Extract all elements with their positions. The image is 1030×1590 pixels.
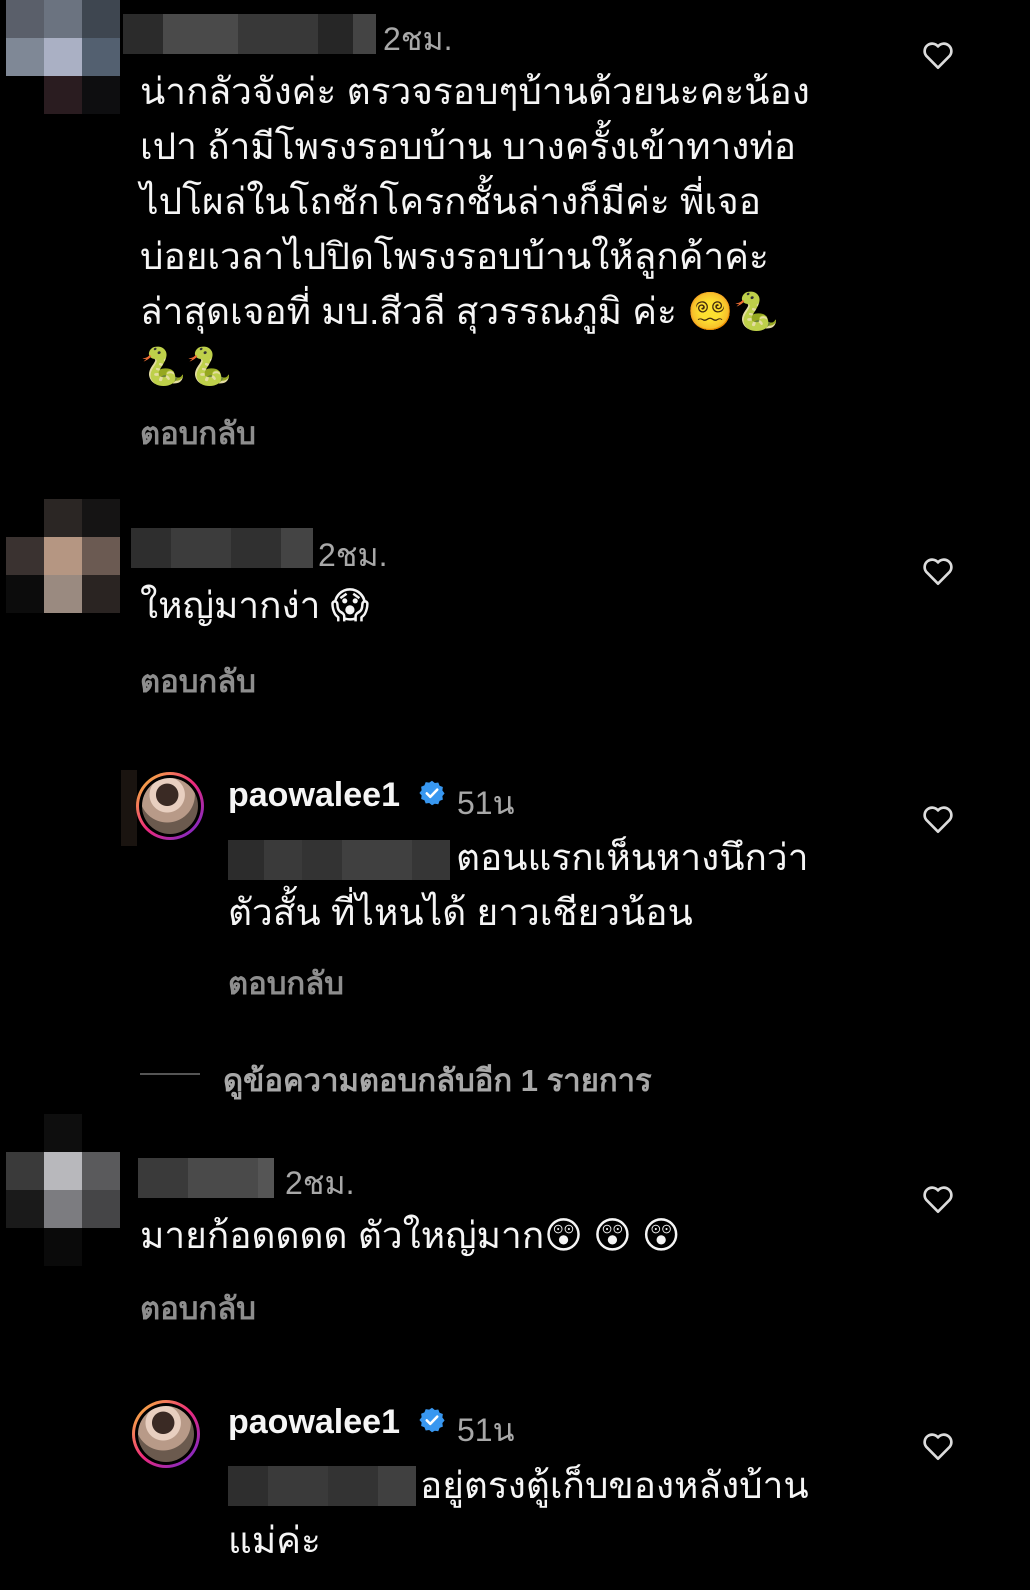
reply-button[interactable]: ตอบกลับ — [228, 958, 344, 1008]
username-redacted[interactable] — [138, 1158, 274, 1198]
view-more-replies-button[interactable]: ดูข้อความตอบกลับอีก 1 รายการ — [223, 1055, 652, 1105]
comment-text: ใหญ่มากง่า 😱 — [140, 585, 370, 626]
avatar-pixelated[interactable] — [6, 499, 120, 613]
thread-line — [121, 770, 137, 846]
username-redacted[interactable] — [131, 528, 313, 568]
reply-button[interactable]: ตอบกลับ — [140, 656, 256, 706]
avatar[interactable] — [132, 1400, 200, 1468]
avatar[interactable] — [136, 772, 204, 840]
comment-time: 2ชม. — [285, 1165, 355, 1201]
comment-text: น่ากลัวจังค่ะ ตรวจรอบๆบ้านด้วยนะคะน้อง เ… — [140, 71, 810, 387]
heart-outline-icon[interactable] — [922, 1184, 954, 1214]
view-more-divider — [140, 1073, 200, 1075]
comment-time: 2ชม. — [318, 537, 388, 573]
comment-text: อยู่ตรงตู้เก็บของหลังบ้าน แม่ค่ะ — [228, 1465, 809, 1561]
username[interactable]: paowalee1 — [228, 776, 400, 815]
reply-button[interactable]: ตอบกลับ — [140, 408, 256, 458]
verified-badge-icon — [419, 780, 445, 806]
heart-outline-icon[interactable] — [922, 40, 954, 70]
comment-time: 51น — [457, 785, 515, 821]
reply-button[interactable]: ตอบกลับ — [140, 1283, 256, 1333]
heart-outline-icon[interactable] — [922, 804, 954, 834]
comment-text: ตอนแรกเห็นหางนึกว่า ตัวสั้น ที่ไหนได้ ยา… — [228, 837, 809, 933]
username[interactable]: paowalee1 — [228, 1403, 400, 1442]
avatar-pixelated[interactable] — [6, 1114, 120, 1266]
avatar-pixelated[interactable] — [6, 0, 120, 114]
heart-outline-icon[interactable] — [922, 556, 954, 586]
comment-time: 2ชม. — [383, 21, 453, 57]
username-redacted[interactable] — [123, 14, 376, 54]
verified-badge-icon — [419, 1407, 445, 1433]
heart-outline-icon[interactable] — [922, 1431, 954, 1461]
comment-text: มายก้อดดดด ตัวใหญ่มาก😲 😲 😲 — [140, 1215, 681, 1256]
comment-time: 51น — [457, 1412, 515, 1448]
